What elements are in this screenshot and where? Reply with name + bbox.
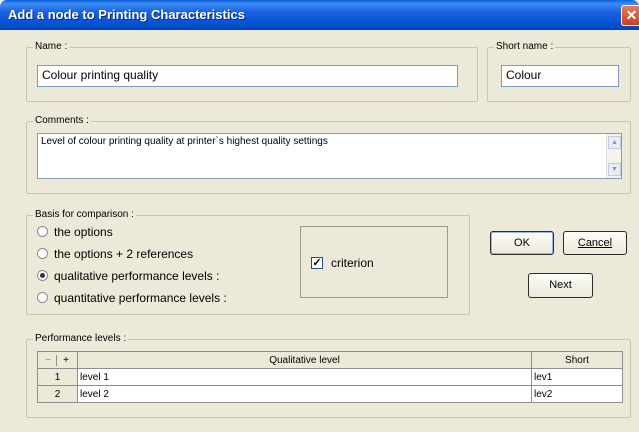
cell-level[interactable]: level 2 [77,385,532,403]
title-bar[interactable]: Add a node to Printing Characteristics [0,0,639,30]
cell-short[interactable]: lev2 [531,385,623,403]
criterion-box: ✓ criterion [300,226,448,298]
comments-label: Comments : [33,115,91,126]
radio-selected-icon[interactable] [37,270,48,282]
criterion-checkbox[interactable]: ✓ criterion [311,255,374,270]
table-row[interactable]: 1 level 1 lev1 [37,368,623,386]
column-header-short[interactable]: Short [531,351,623,369]
cell-level[interactable]: level 1 [77,368,532,386]
radio-quantitative-levels[interactable]: quantitative performance levels : [37,290,227,306]
scroll-up-icon[interactable]: ▲ [608,136,621,149]
row-controls-header: − + [37,351,78,369]
comments-textarea[interactable]: Level of colour printing quality at prin… [37,133,622,179]
performance-levels-label: Performance levels : [33,333,129,344]
close-button[interactable]: ✕ [621,5,639,26]
radio-icon[interactable] [37,226,48,238]
performance-levels-group: Performance levels : − + Qualitative leve… [26,333,631,418]
short-name-label: Short name : [494,41,556,52]
comments-group: Comments : Level of colour printing qual… [26,115,631,194]
radio-label: quantitative performance levels : [54,290,227,305]
cancel-button[interactable]: Cancel [563,231,627,255]
checkbox-checked-icon[interactable]: ✓ [311,256,323,269]
radio-the-options[interactable]: the options [37,224,113,240]
next-button[interactable]: Next [528,273,593,298]
short-name-input[interactable]: Colour [501,65,619,87]
remove-row-button[interactable]: − [40,354,57,366]
radio-label: the options [54,224,113,239]
radio-icon[interactable] [37,248,48,260]
comments-scrollbar[interactable]: ▲ ▼ [606,134,621,178]
radio-label: qualitative performance levels : [54,268,220,283]
name-group: Name : Colour printing quality [26,41,478,102]
column-header-qualitative-level[interactable]: Qualitative level [77,351,532,369]
dialog-window: Add a node to Printing Characteristics ✕… [0,0,639,432]
scroll-down-icon[interactable]: ▼ [608,163,621,176]
radio-options-plus-references[interactable]: the options + 2 references [37,246,193,262]
row-index[interactable]: 2 [37,385,78,403]
ok-button[interactable]: OK [490,231,554,255]
radio-icon[interactable] [37,292,48,304]
basis-group: Basis for comparison : the options the o… [26,209,470,315]
short-name-group: Short name : Colour [487,41,631,102]
row-index[interactable]: 1 [37,368,78,386]
table-header-row: − + Qualitative level Short [37,351,623,369]
add-row-button[interactable]: + [57,355,75,366]
window-title: Add a node to Printing Characteristics [8,7,245,22]
radio-qualitative-levels[interactable]: qualitative performance levels : [37,268,219,284]
table-row[interactable]: 2 level 2 lev2 [37,385,623,403]
basis-label: Basis for comparison : [33,209,136,220]
criterion-label: criterion [331,255,374,270]
name-label: Name : [33,41,70,52]
cell-short[interactable]: lev1 [531,368,623,386]
performance-levels-table: − + Qualitative level Short 1 level 1 lev… [37,351,623,403]
name-input[interactable]: Colour printing quality [37,65,458,87]
radio-label: the options + 2 references [54,246,194,261]
cancel-label: Cancel [577,237,613,249]
comments-text: Level of colour printing quality at prin… [41,136,328,147]
